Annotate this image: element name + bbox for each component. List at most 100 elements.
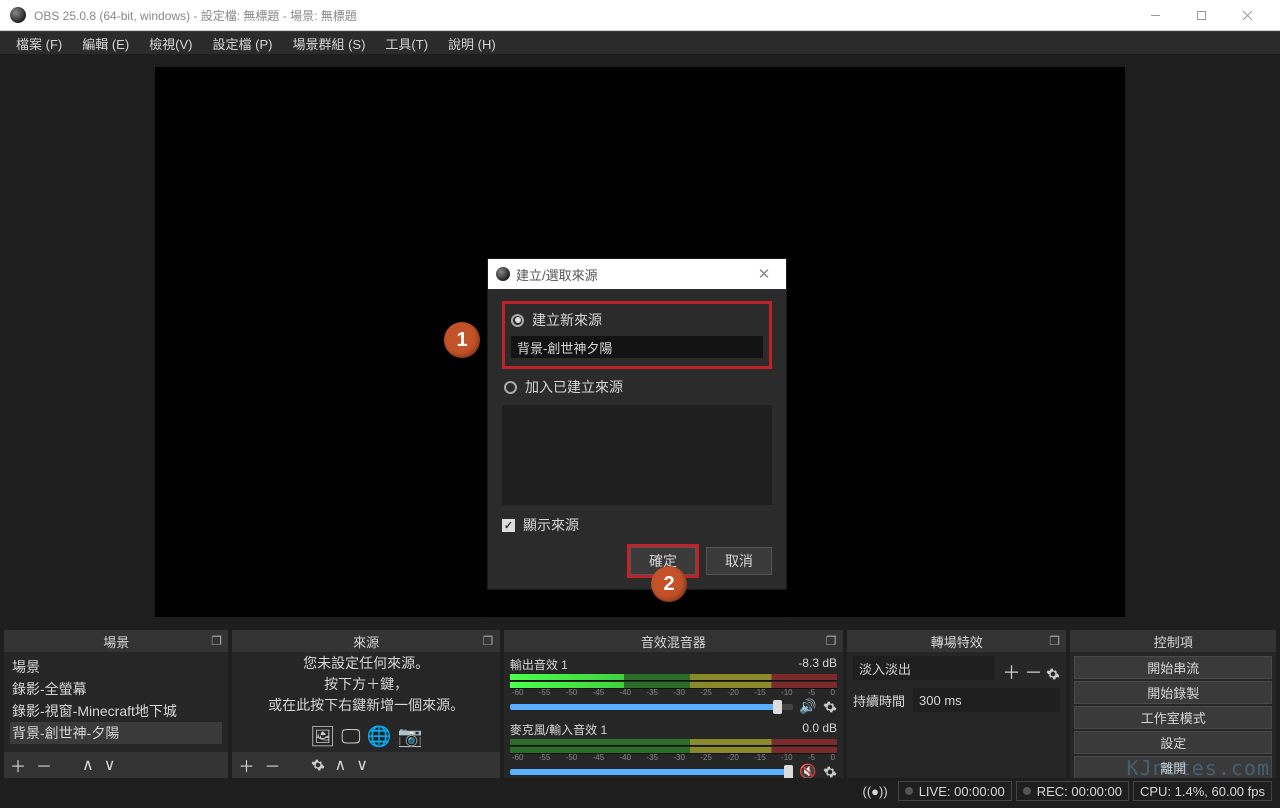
- popout-icon[interactable]: ❐: [208, 633, 224, 649]
- broadcast-icon: ((●)): [857, 784, 894, 799]
- show-source-checkbox[interactable]: ✓ 顯示來源: [502, 515, 772, 535]
- menu-profile[interactable]: 設定檔 (P): [203, 32, 283, 55]
- channel-db: 0.0 dB: [802, 721, 837, 738]
- volume-slider[interactable]: [510, 704, 793, 710]
- sources-list[interactable]: 您未設定任何來源。 按下方＋鍵， 或在此按下右鍵新增一個來源。 🖼 🖵 🌐 📷: [232, 652, 499, 752]
- globe-icon: 🌐: [367, 722, 392, 752]
- sources-toolbar: ＋ － ∧ ∨: [232, 752, 499, 778]
- scene-item[interactable]: 場景: [10, 656, 222, 678]
- slider-thumb[interactable]: [784, 765, 793, 779]
- speaker-muted-icon[interactable]: 🔇: [799, 763, 817, 778]
- radio-create-new-label: 建立新來源: [532, 310, 602, 330]
- obs-app-icon: [10, 7, 26, 23]
- scenes-list[interactable]: 場景 錄影-全螢幕 錄影-視窗-Minecraft地下城 背景-創世神-夕陽: [4, 652, 228, 752]
- window-title: OBS 25.0.8 (64-bit, windows) - 設定檔: 無標題 …: [34, 7, 1132, 24]
- transition-select[interactable]: 淡入淡出: [853, 656, 994, 680]
- level-meter: [510, 682, 837, 689]
- channel-db: -8.3 dB: [798, 656, 837, 673]
- source-name-input[interactable]: [511, 336, 763, 358]
- start-streaming-button[interactable]: 開始串流: [1074, 656, 1272, 679]
- minimize-button[interactable]: [1132, 0, 1178, 31]
- scenes-header[interactable]: 場景❐: [4, 630, 228, 652]
- exit-button[interactable]: 離開: [1074, 756, 1272, 778]
- menu-help[interactable]: 說明 (H): [438, 32, 506, 55]
- menu-edit[interactable]: 編輯 (E): [72, 32, 139, 55]
- studio-mode-button[interactable]: 工作室模式: [1074, 706, 1272, 729]
- db-scale: -60-55-50-45-40-35-30-25-20-15-10-50: [510, 753, 837, 763]
- move-scene-up-button[interactable]: ∧: [82, 755, 94, 775]
- radio-add-existing[interactable]: 加入已建立來源: [504, 377, 772, 397]
- radio-icon: [511, 314, 524, 327]
- dialog-titlebar[interactable]: 建立/選取來源 ✕: [488, 259, 786, 289]
- add-source-button[interactable]: ＋: [238, 753, 254, 777]
- sources-header[interactable]: 來源❐: [232, 630, 499, 652]
- status-cpu: CPU: 1.4%, 60.00 fps: [1133, 781, 1272, 801]
- add-transition-button[interactable]: ＋: [1002, 659, 1020, 685]
- speaker-icon[interactable]: 🔊: [799, 698, 817, 715]
- source-properties-button[interactable]: [311, 758, 325, 772]
- sources-empty-icons: 🖼 🖵 🌐 📷: [310, 722, 422, 752]
- duration-label: 持續時間: [853, 691, 905, 710]
- mixer-header[interactable]: 音效混音器❐: [504, 630, 843, 652]
- menu-tools[interactable]: 工具(T): [375, 32, 438, 55]
- radio-icon: [504, 381, 517, 394]
- radio-add-existing-label: 加入已建立來源: [525, 377, 623, 397]
- remove-source-button[interactable]: －: [264, 753, 280, 777]
- move-scene-down-button[interactable]: ∨: [104, 755, 116, 775]
- sources-dock: 來源❐ 您未設定任何來源。 按下方＋鍵， 或在此按下右鍵新增一個來源。 🖼 🖵 …: [232, 630, 499, 778]
- scenes-dock: 場景❐ 場景 錄影-全螢幕 錄影-視窗-Minecraft地下城 背景-創世神-…: [4, 630, 228, 778]
- maximize-button[interactable]: [1178, 0, 1224, 31]
- level-meter: [510, 739, 837, 746]
- move-source-down-button[interactable]: ∨: [356, 755, 368, 775]
- close-button[interactable]: [1224, 0, 1270, 31]
- start-recording-button[interactable]: 開始錄製: [1074, 681, 1272, 704]
- status-dot-icon: [905, 787, 913, 795]
- status-dot-icon: [1023, 787, 1031, 795]
- popout-icon[interactable]: ❐: [823, 633, 839, 649]
- menu-file[interactable]: 檔案 (F): [6, 32, 72, 55]
- scene-item[interactable]: 錄影-全螢幕: [10, 678, 222, 700]
- scenes-toolbar: ＋ － ∧ ∨: [4, 752, 228, 778]
- popout-icon[interactable]: ❐: [480, 633, 496, 649]
- sources-empty-line: 或在此按下右鍵新增一個來源。: [268, 695, 464, 716]
- status-rec: REC: 00:00:00: [1016, 781, 1129, 801]
- transition-settings-button[interactable]: [1046, 665, 1060, 679]
- channel-settings-button[interactable]: [823, 765, 837, 779]
- existing-sources-list[interactable]: [502, 405, 772, 505]
- scene-item[interactable]: 錄影-視窗-Minecraft地下城: [10, 700, 222, 722]
- level-meter: [510, 674, 837, 681]
- sources-empty-line: 您未設定任何來源。: [303, 653, 429, 674]
- controls-header[interactable]: 控制項: [1070, 630, 1276, 652]
- obs-app-icon: [496, 267, 510, 281]
- menu-scene-collection[interactable]: 場景群組 (S): [282, 32, 375, 55]
- slider-thumb[interactable]: [773, 700, 782, 714]
- add-scene-button[interactable]: ＋: [10, 753, 26, 777]
- duration-input[interactable]: 300 ms: [913, 688, 1060, 712]
- mixer-body: 輸出音效 1-8.3 dB -60-55-50-45-40-35-30-25-2…: [504, 652, 843, 778]
- controls-dock: 控制項 開始串流 開始錄製 工作室模式 設定 離開: [1070, 630, 1276, 778]
- controls-body: 開始串流 開始錄製 工作室模式 設定 離開: [1070, 652, 1276, 778]
- move-source-up-button[interactable]: ∧: [335, 755, 347, 775]
- remove-scene-button[interactable]: －: [36, 753, 52, 777]
- dialog-close-button[interactable]: ✕: [750, 265, 778, 283]
- level-meter: [510, 747, 837, 754]
- channel-settings-button[interactable]: [823, 700, 837, 714]
- camera-icon: 📷: [397, 722, 422, 752]
- db-scale: -60-55-50-45-40-35-30-25-20-15-10-50: [510, 688, 837, 698]
- cancel-button[interactable]: 取消: [706, 547, 772, 575]
- scene-item[interactable]: 背景-創世神-夕陽: [10, 722, 222, 744]
- menu-view[interactable]: 檢視(V): [139, 32, 202, 55]
- settings-button[interactable]: 設定: [1074, 731, 1272, 754]
- transitions-body: 淡入淡出 ＋ － 持續時間 300 ms: [847, 652, 1066, 778]
- volume-slider[interactable]: [510, 769, 793, 775]
- popout-icon[interactable]: ❐: [1046, 633, 1062, 649]
- status-bar: ((●)) LIVE: 00:00:00 REC: 00:00:00 CPU: …: [0, 778, 1280, 804]
- image-icon: 🖼: [310, 722, 335, 752]
- create-select-source-dialog: 建立/選取來源 ✕ 建立新來源 加入已建立來源 ✓ 顯示來源 確定 取消: [487, 258, 787, 590]
- mixer-channel: 麥克風/輸入音效 10.0 dB -60-55-50-45-40-35-30-2…: [510, 721, 837, 778]
- transitions-header[interactable]: 轉場特效❐: [847, 630, 1066, 652]
- menu-bar: 檔案 (F) 編輯 (E) 檢視(V) 設定檔 (P) 場景群組 (S) 工具(…: [0, 31, 1280, 54]
- radio-create-new[interactable]: 建立新來源: [511, 310, 763, 330]
- remove-transition-button[interactable]: －: [1024, 659, 1042, 685]
- transition-type: 淡入淡出: [859, 659, 911, 678]
